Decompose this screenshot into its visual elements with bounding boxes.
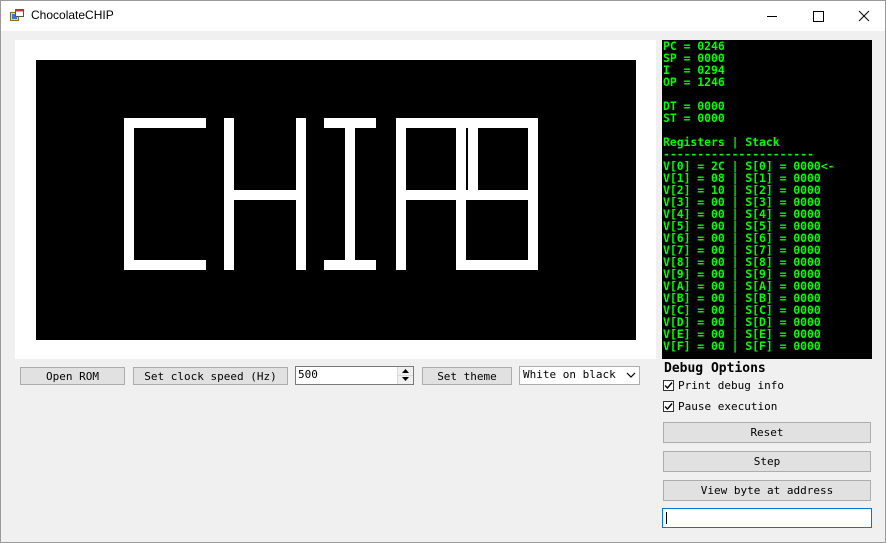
title-bar: ChocolateCHIP xyxy=(1,1,885,31)
set-theme-button[interactable]: Set theme xyxy=(422,367,512,385)
pause-execution-checkbox[interactable] xyxy=(663,401,674,412)
maximize-icon xyxy=(813,11,824,22)
print-debug-checkbox[interactable] xyxy=(663,380,674,391)
spin-down-button[interactable] xyxy=(398,375,413,383)
close-button[interactable] xyxy=(841,1,886,31)
clock-speed-spinner[interactable] xyxy=(397,367,413,384)
maximize-button[interactable] xyxy=(795,1,841,31)
checkmark-icon xyxy=(664,403,673,411)
open-rom-button[interactable]: Open ROM xyxy=(20,367,125,385)
checkmark-icon xyxy=(664,382,673,390)
window-title: ChocolateCHIP xyxy=(31,8,114,22)
debug-options-title: Debug Options xyxy=(664,361,766,376)
clock-speed-input[interactable]: 500 xyxy=(295,366,414,385)
chip8-display xyxy=(36,60,636,340)
clock-speed-value: 500 xyxy=(298,368,318,381)
minimize-button[interactable] xyxy=(749,1,795,31)
pause-execution-label: Pause execution xyxy=(678,400,778,413)
pause-execution-option[interactable]: Pause execution xyxy=(663,400,777,413)
arrow-up-icon xyxy=(402,369,409,373)
arrow-down-icon xyxy=(402,377,409,381)
address-input[interactable] xyxy=(662,508,872,528)
minimize-icon xyxy=(767,16,777,17)
print-debug-option[interactable]: Print debug info xyxy=(663,379,784,392)
debug-register-panel: PC = 0246 SP = 0000 I = 0294 OP = 1246 D… xyxy=(662,40,872,359)
text-caret xyxy=(666,512,667,524)
reset-button[interactable]: Reset xyxy=(663,422,871,443)
chip8-logo xyxy=(124,118,538,270)
app-icon xyxy=(10,9,24,21)
chevron-down-icon xyxy=(626,372,636,378)
theme-select-value: White on black xyxy=(523,368,616,381)
register-dump: PC = 0246 SP = 0000 I = 0294 OP = 1246 D… xyxy=(663,40,835,353)
theme-select[interactable]: White on black xyxy=(519,366,640,385)
set-clock-speed-button[interactable]: Set clock speed (Hz) xyxy=(133,367,288,385)
view-byte-button[interactable]: View byte at address xyxy=(663,480,871,501)
step-button[interactable]: Step xyxy=(663,451,871,472)
print-debug-label: Print debug info xyxy=(678,379,784,392)
close-icon xyxy=(858,10,870,22)
